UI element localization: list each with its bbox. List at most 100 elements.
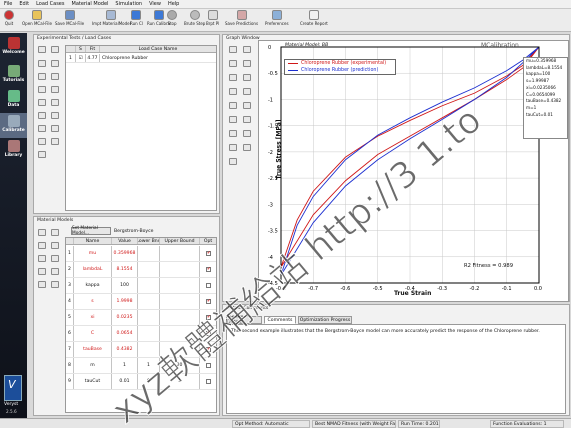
parameter-row[interactable]: 3 kappa 100	[66, 278, 216, 294]
optimize-checkbox[interactable]	[205, 251, 211, 256]
graph-tool-17[interactable]	[229, 158, 237, 165]
graph-tool-5[interactable]	[229, 74, 237, 81]
load-case-tool-6[interactable]	[51, 86, 59, 93]
load-case-tool-10[interactable]	[51, 112, 59, 119]
import-material-button[interactable]: Impt MaterialModel	[92, 10, 131, 31]
set-material-model-button[interactable]: Set Material Model...	[71, 226, 111, 236]
graph-tool-11[interactable]	[229, 116, 237, 123]
load-case-tool-3[interactable]	[38, 73, 46, 80]
parameter-row[interactable]: 6 C 0.0654	[66, 326, 216, 342]
parameter-name-cell[interactable]: lambdaL	[74, 262, 112, 277]
parameter-hi-cell[interactable]: 20	[160, 358, 200, 373]
parameter-lo-cell[interactable]	[138, 326, 160, 341]
quit-button[interactable]: Quit	[4, 10, 14, 31]
parameter-lo-cell[interactable]	[138, 262, 160, 277]
parameter-name-cell[interactable]: mu	[74, 246, 112, 261]
open-mcal-button[interactable]: Open MCal-File	[22, 10, 52, 31]
parameter-name-cell[interactable]: s	[74, 294, 112, 309]
graph-tool-4[interactable]	[243, 60, 251, 67]
material-tool-2[interactable]	[51, 229, 59, 236]
add-load-case-button[interactable]	[38, 46, 46, 53]
material-tool-7[interactable]	[38, 268, 46, 275]
tab-comments[interactable]: Comments	[264, 316, 296, 324]
parameter-value-cell[interactable]: 1	[112, 358, 138, 373]
parameter-name-cell[interactable]: kappa	[74, 278, 112, 293]
load-case-tool-14[interactable]	[51, 138, 59, 145]
material-tool-10[interactable]	[51, 281, 59, 288]
parameter-hi-cell[interactable]	[160, 310, 200, 325]
load-case-tool-11[interactable]	[38, 125, 46, 132]
parameter-row[interactable]: 5 xi 0.0235	[66, 310, 216, 326]
graph-tool-2[interactable]	[243, 46, 251, 53]
parameter-hi-cell[interactable]	[160, 278, 200, 293]
parameter-row[interactable]: 7 tauBase 0.4382	[66, 342, 216, 358]
graph-tool-6[interactable]	[243, 74, 251, 81]
parameter-hi-cell[interactable]	[160, 326, 200, 341]
parameter-value-cell[interactable]: 0.0654	[112, 326, 138, 341]
material-tool-3[interactable]	[38, 242, 46, 249]
comments-text-area[interactable]: This second example illustrates that the…	[226, 324, 566, 414]
parameter-value-cell[interactable]: 0.359968	[112, 246, 138, 261]
optimize-checkbox[interactable]	[205, 299, 211, 304]
tab-runtime-output[interactable]: Runtime Output	[226, 315, 262, 325]
graph-tool-14[interactable]	[243, 130, 251, 137]
load-case-tool-5[interactable]	[38, 86, 46, 93]
parameter-lo-cell[interactable]	[138, 278, 160, 293]
material-tool-8[interactable]	[51, 268, 59, 275]
parameter-value-cell[interactable]: 8.1554	[112, 262, 138, 277]
graph-tool-16[interactable]	[243, 144, 251, 151]
parameter-name-cell[interactable]: tauCut	[74, 374, 112, 389]
optimize-checkbox[interactable]	[205, 379, 211, 384]
select-checkbox[interactable]: ☑	[76, 54, 86, 62]
parameter-lo-cell[interactable]	[138, 294, 160, 309]
save-predictions-button[interactable]: Save Predictions	[225, 10, 258, 31]
load-case-tool-7[interactable]	[38, 99, 46, 106]
nav-data[interactable]: Data	[0, 88, 27, 113]
graph-tool-7[interactable]	[229, 88, 237, 95]
load-case-tool-13[interactable]	[38, 138, 46, 145]
parameter-name-cell[interactable]: m	[74, 358, 112, 373]
load-case-tool-2[interactable]	[51, 60, 59, 67]
menu-edit[interactable]: Edit	[19, 1, 29, 7]
material-tool-9[interactable]	[38, 281, 46, 288]
optimize-checkbox[interactable]	[205, 267, 211, 272]
parameter-hi-cell[interactable]	[160, 294, 200, 309]
graph-tool-15[interactable]	[229, 144, 237, 151]
menu-help[interactable]: Help	[168, 1, 179, 7]
load-case-tool-4[interactable]	[51, 73, 59, 80]
load-case-tool-9[interactable]	[38, 112, 46, 119]
parameter-hi-cell[interactable]	[160, 246, 200, 261]
material-tool-1[interactable]	[38, 229, 46, 236]
graph-tool-8[interactable]	[243, 88, 251, 95]
save-mcal-button[interactable]: Save MCal-File	[55, 10, 84, 31]
parameter-value-cell[interactable]: 0.4382	[112, 342, 138, 357]
nav-calibrate[interactable]: Calibrate	[0, 113, 27, 138]
nav-welcome[interactable]: Welcome	[0, 35, 27, 60]
parameter-row[interactable]: 2 lambdaL 8.1554	[66, 262, 216, 278]
brute-step-button[interactable]: Brute Step	[184, 10, 205, 31]
parameter-name-cell[interactable]: tauBase	[74, 342, 112, 357]
menu-file[interactable]: File	[4, 1, 12, 7]
parameter-value-cell[interactable]: 0.01	[112, 374, 138, 389]
material-tool-5[interactable]	[38, 255, 46, 262]
parameter-hi-cell[interactable]	[160, 262, 200, 277]
stop-button[interactable]: Stop	[167, 10, 177, 31]
parameter-value-cell[interactable]: 1.9998	[112, 294, 138, 309]
parameter-row[interactable]: 8 m 1 1 20	[66, 358, 216, 374]
parameter-row[interactable]: 9 tauCut 0.01 0 1	[66, 374, 216, 390]
parameter-row[interactable]: 4 s 1.9998	[66, 294, 216, 310]
parameter-value-cell[interactable]: 0.0235	[112, 310, 138, 325]
create-report-button[interactable]: Create Report	[300, 10, 328, 31]
parameter-lo-cell[interactable]	[138, 342, 160, 357]
parameter-value-cell[interactable]: 100	[112, 278, 138, 293]
load-case-tool-1[interactable]	[38, 60, 46, 67]
table-row[interactable]: 1 ☑ 4.77 Chloroprene Rubber	[66, 54, 216, 63]
run-button[interactable]: Run Cl	[130, 10, 143, 31]
load-case-tool-15[interactable]	[38, 151, 46, 158]
graph-tool-1[interactable]	[229, 46, 237, 53]
parameter-hi-cell[interactable]: 1	[160, 374, 200, 389]
menu-simulation[interactable]: Simulation	[115, 1, 142, 7]
parameter-lo-cell[interactable]	[138, 310, 160, 325]
load-case-tool-12[interactable]	[51, 125, 59, 132]
optimize-checkbox[interactable]	[205, 347, 211, 352]
